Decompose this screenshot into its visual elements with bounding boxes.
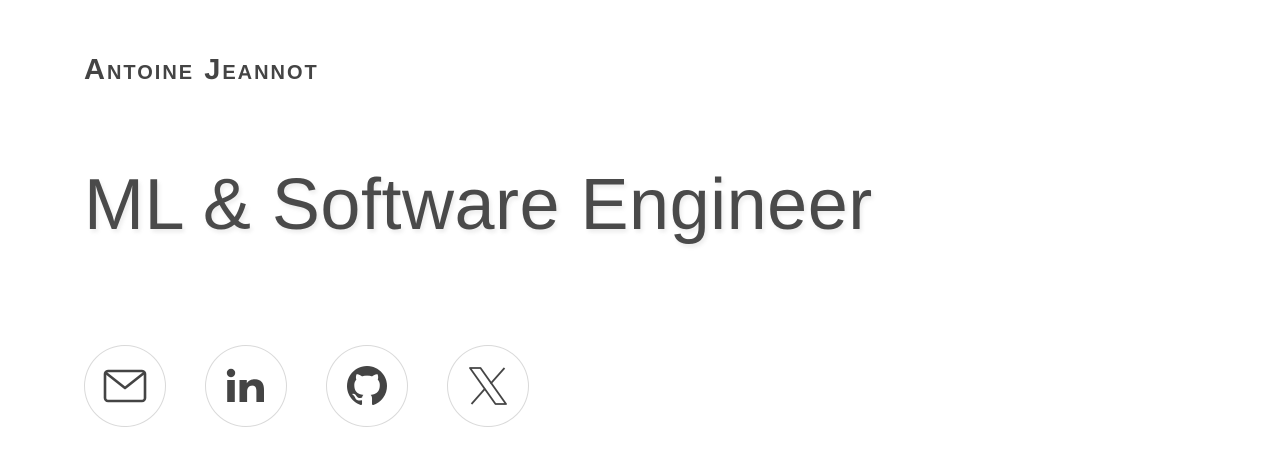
site-name-link[interactable]: Antoine Jeannot (84, 50, 319, 90)
linkedin-icon (226, 368, 266, 404)
page-title: ML & Software Engineer (84, 165, 873, 245)
linkedin-button[interactable] (205, 345, 287, 427)
x-logo-icon (467, 366, 509, 406)
email-button[interactable] (84, 345, 166, 427)
github-button[interactable] (326, 345, 408, 427)
social-links (84, 345, 529, 427)
site-header: Antoine Jeannot (84, 50, 319, 90)
hero-section: ML & Software Engineer (84, 160, 873, 250)
x-button[interactable] (447, 345, 529, 427)
envelope-icon (103, 368, 147, 404)
github-icon (347, 366, 387, 406)
